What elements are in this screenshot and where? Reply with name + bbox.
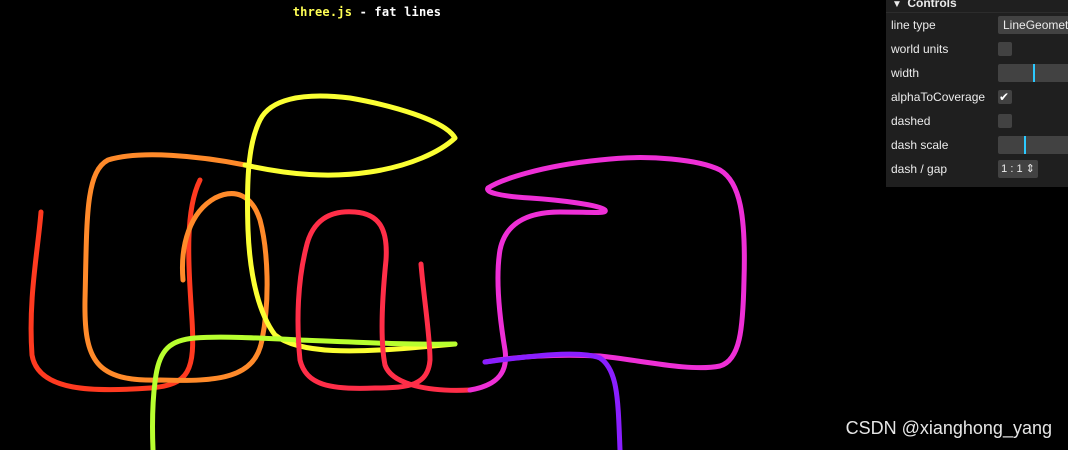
chevron-down-icon: ▼ bbox=[892, 0, 902, 10]
curve-segment-crimson bbox=[295, 209, 473, 393]
line-type-label: line type bbox=[891, 18, 936, 32]
control-row-line-type: line type LineGeometry bbox=[886, 13, 1068, 37]
alpha-to-coverage-checkbox[interactable]: ✔ bbox=[998, 90, 1012, 104]
curve-segment-green bbox=[149, 334, 458, 450]
watermark: CSDN @xianghong_yang bbox=[845, 418, 1052, 438]
dash-gap-select[interactable]: 1 : 1 ⇕ bbox=[998, 160, 1038, 178]
dashed-label: dashed bbox=[891, 114, 931, 128]
curve-segment-yellow bbox=[242, 93, 458, 354]
control-row-width: width bbox=[886, 61, 1068, 85]
control-row-dash-gap: dash / gap 1 : 1 ⇕ bbox=[886, 157, 1068, 181]
dash-scale-slider-knob[interactable] bbox=[1024, 136, 1026, 154]
width-slider[interactable] bbox=[998, 64, 1068, 82]
controls-title-bar[interactable]: ▼ Controls bbox=[886, 0, 1068, 13]
width-slider-knob[interactable] bbox=[1033, 64, 1035, 82]
line-type-select[interactable]: LineGeometry bbox=[998, 16, 1068, 34]
dash-gap-label: dash / gap bbox=[891, 162, 948, 176]
controls-panel: ▼ Controls line type LineGeometry world … bbox=[886, 0, 1068, 187]
dash-scale-label: dash scale bbox=[891, 138, 949, 152]
control-row-world-units: world units bbox=[886, 37, 1068, 61]
curve-segment-red bbox=[28, 177, 203, 393]
world-units-checkbox[interactable] bbox=[998, 42, 1012, 56]
title-link[interactable]: three.js bbox=[293, 5, 352, 19]
control-row-alpha-to-coverage: alphaToCoverage ✔ bbox=[886, 85, 1068, 109]
checkmark-icon: ✔ bbox=[999, 90, 1010, 104]
width-label: width bbox=[891, 66, 920, 80]
title-suffix: - fat lines bbox=[352, 5, 442, 19]
world-units-label: world units bbox=[891, 42, 949, 56]
controls-title: Controls bbox=[907, 0, 957, 10]
curve-segment-orange bbox=[82, 152, 270, 383]
dash-scale-slider[interactable] bbox=[998, 136, 1068, 154]
updown-icon: ⇕ bbox=[1025, 163, 1035, 175]
alpha-to-coverage-label: alphaToCoverage bbox=[891, 90, 986, 104]
control-row-dashed: dashed bbox=[886, 109, 1068, 133]
dashed-checkbox[interactable] bbox=[998, 114, 1012, 128]
control-row-dash-scale: dash scale bbox=[886, 133, 1068, 157]
curve-segment-pink bbox=[467, 155, 747, 393]
dash-gap-value: 1 : 1 bbox=[1001, 163, 1023, 175]
page-title: three.js - fat lines bbox=[0, 5, 734, 19]
